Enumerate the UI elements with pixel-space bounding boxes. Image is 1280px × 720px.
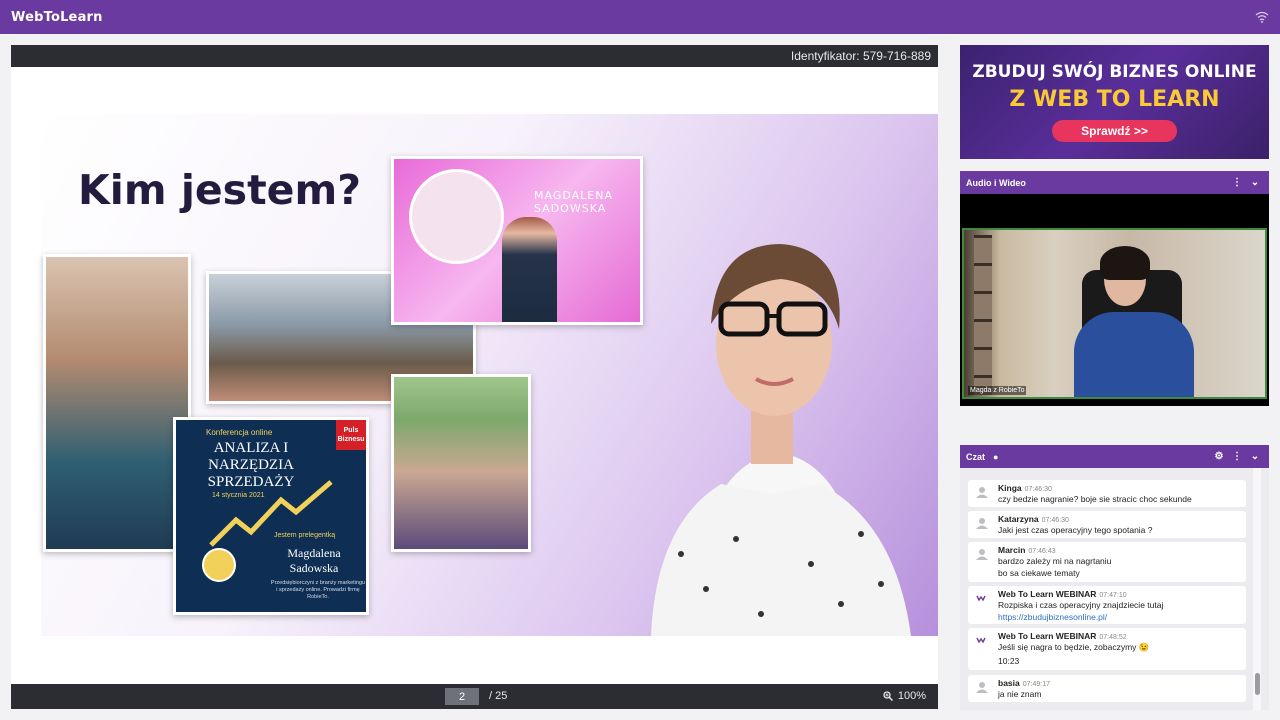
chat-messages[interactable]: Kinga 07:46:30 czy bedzie nagranie? boje …: [960, 468, 1269, 710]
chat-message: Marcin 07:46:43 bardzo zależy mi na nagrt…: [968, 542, 1246, 582]
user-avatar-icon: [976, 486, 988, 498]
message-time: 07:46:30: [1041, 517, 1069, 524]
chat-avatar-icon: ●: [993, 451, 999, 462]
chat-scrollbar-thumb[interactable]: [1255, 673, 1260, 695]
slide-title: Kim jestem?: [78, 166, 361, 214]
speaker-portrait: [651, 244, 911, 636]
message-author: Kinga: [998, 483, 1022, 493]
message-time: 07:47:10: [1099, 592, 1127, 599]
chat-message: basia 07:49:17 ja nie znam: [968, 675, 1246, 702]
app-logo[interactable]: WebToLearn: [11, 10, 103, 25]
stage-portrait: [409, 169, 504, 264]
message-time: 07:46:30: [1024, 486, 1052, 493]
webinar-identifier: Identyfikator: 579-716-889: [790, 49, 931, 63]
presenter-hair: [1100, 246, 1150, 280]
ad-cta-button[interactable]: Sprawdź >>: [1052, 120, 1177, 142]
presentation-viewer: Kim jestem? MAGDALENA SADOWSKA Konferenc…: [11, 67, 938, 684]
slide: Kim jestem? MAGDALENA SADOWSKA Konferenc…: [41, 114, 938, 636]
zoom-control[interactable]: 100%: [883, 690, 926, 702]
ad-banner[interactable]: ZBUDUJ SWÓJ BIZNES ONLINE Z WEB TO LEARN…: [960, 45, 1269, 159]
chat-message: Katarzyna 07:46:30 Jaki jest czas operacy…: [968, 511, 1246, 538]
user-avatar-icon: [976, 517, 988, 529]
video-panel-header: Audio i Wideo ⋮ ⌄: [960, 171, 1269, 194]
message-text: Jaki jest czas operacyjny tego spotania …: [998, 525, 1153, 535]
speaker-label: Jestem prelegentką: [274, 532, 336, 539]
speaker-description: Przedsiębiorczyni z branży marketingu i …: [270, 580, 366, 600]
message-text: czy bedzie nagranie? boje sie stracic ch…: [998, 494, 1192, 504]
video-feed[interactable]: Magda z RobieTo: [960, 194, 1269, 406]
chat-panel-title: Czat: [966, 451, 986, 462]
message-text: ja nie znam: [998, 689, 1042, 699]
page-total: / 25: [489, 690, 508, 702]
zoom-icon[interactable]: [883, 691, 893, 701]
message-time: 07:48:52: [1099, 634, 1127, 641]
message-time: 07:46:43: [1028, 548, 1056, 555]
puls-biznesu-logo: Puls Biznesu: [336, 420, 366, 450]
user-avatar-icon: [976, 548, 988, 560]
ad-headline: ZBUDUJ SWÓJ BIZNES ONLINE: [972, 62, 1257, 82]
speaker-avatar: [202, 548, 236, 582]
message-text: bardzo zależy mi na nagrtaniu: [998, 556, 1112, 566]
message-author: Katarzyna: [998, 514, 1039, 524]
message-text: Jeśli się nagra to będzie, zobaczymy 😉: [998, 642, 1150, 652]
top-bar: WebToLearn: [0, 0, 1280, 34]
more-options-icon[interactable]: ⋮: [1229, 451, 1245, 462]
webtolearn-logo-icon: [976, 592, 988, 604]
conference-kicker: Konferencja online: [206, 428, 273, 437]
zoom-level: 100%: [897, 690, 926, 702]
settings-icon[interactable]: ⚙: [1211, 451, 1227, 462]
photo-selfie: [391, 374, 531, 552]
message-author: Marcin: [998, 545, 1026, 555]
message-text: bo sa ciekawe tematy: [998, 568, 1080, 578]
presentation-footer: / 25 100%: [11, 684, 938, 709]
photo-two-women: [43, 254, 191, 552]
participant-name: Magda z RobieTo: [968, 386, 1027, 395]
message-author: Web To Learn WEBINAR: [998, 631, 1097, 641]
chat-message: Kinga 07:46:30 czy bedzie nagranie? boje …: [968, 480, 1246, 507]
chat-panel-header: Czat ● ⚙ ⋮ ⌄: [960, 445, 1269, 468]
message-time: 07:49:17: [1022, 681, 1050, 688]
photo-stage: MAGDALENA SADOWSKA: [391, 156, 643, 325]
video-panel-title: Audio i Wideo: [966, 177, 1026, 188]
bookshelf: [974, 235, 992, 395]
page-number-input[interactable]: [445, 688, 479, 705]
message-link[interactable]: https://zbudujbiznesonline.pl/: [998, 611, 1240, 623]
chat-message: Web To Learn WEBINAR 07:48:52 Jeśli się n…: [968, 628, 1246, 670]
user-avatar-icon: [976, 681, 988, 693]
message-text: 10:23: [998, 656, 1020, 666]
presentation-header: Identyfikator: 579-716-889: [11, 45, 938, 67]
connection-icon[interactable]: [1255, 11, 1269, 23]
conference-card: Konferencja online Puls Biznesu ANALIZA …: [173, 417, 369, 615]
chevron-down-icon[interactable]: ⌄: [1247, 451, 1263, 462]
webtolearn-logo-icon: [976, 634, 988, 646]
message-text: Rozpiska i czas operacyjny znajdziecie t…: [998, 600, 1164, 610]
more-options-icon[interactable]: ⋮: [1229, 177, 1245, 188]
message-author: basia: [998, 678, 1020, 688]
chevron-down-icon[interactable]: ⌄: [1247, 177, 1263, 188]
chat-message: Web To Learn WEBINAR 07:47:10 Rozpiska i …: [968, 586, 1246, 624]
ad-subheadline: Z WEB TO LEARN: [1009, 87, 1220, 112]
presenter-body: [1074, 312, 1194, 397]
message-author: Web To Learn WEBINAR: [998, 589, 1097, 599]
growth-arrow-icon: [209, 480, 333, 547]
speaker-name: Magdalena Sadowska: [287, 546, 341, 575]
participant-video: Magda z RobieTo: [962, 228, 1267, 399]
stage-speaker: [502, 217, 557, 322]
